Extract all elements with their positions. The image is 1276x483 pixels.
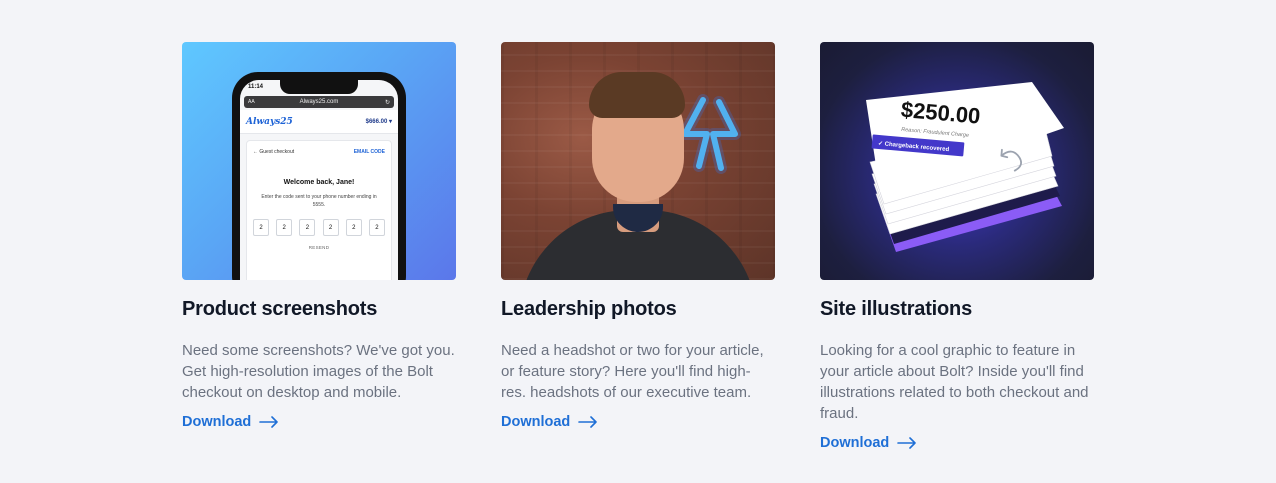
otp-digit: 2 [299, 219, 316, 236]
person-hair [589, 72, 685, 118]
email-code-link: EMAIL CODE [353, 149, 385, 155]
otp-digit: 2 [368, 219, 385, 236]
otp-code-inputs: 2 2 2 2 2 2 [253, 219, 385, 236]
reload-icon: ↻ [384, 99, 390, 106]
card-description: Need some screenshots? We've got you. Ge… [182, 342, 455, 401]
download-label: Download [182, 414, 252, 430]
card-description: Need a headshot or two for your article,… [501, 342, 764, 401]
card-leadership-photos: Leadership photos Need a headshot or two… [501, 42, 775, 452]
chargeback-card-stack: $250.00 Reason: Fraudulent Charge ✓ Char… [866, 82, 1064, 252]
merchant-header: Always25 $666.00 ▾ [240, 110, 398, 134]
site-illustration-image: $250.00 Reason: Fraudulent Charge ✓ Char… [820, 42, 1094, 280]
card-title: Product screenshots [182, 298, 378, 320]
reader-aa: AA [248, 99, 255, 105]
product-screenshot-image: 11:14 AA Always25.com ↻ Always25 $666.00… [182, 42, 456, 280]
cart-total: $666.00 ▾ [365, 119, 392, 125]
press-assets-grid: 11:14 AA Always25.com ↻ Always25 $666.00… [182, 42, 1094, 452]
download-link[interactable]: Download [820, 435, 917, 451]
card-title: Site illustrations [820, 298, 972, 320]
otp-instructions: Enter the code sent to your phone number… [261, 194, 377, 208]
card-title: Leadership photos [501, 298, 677, 320]
otp-digit: 2 [345, 219, 362, 236]
download-link[interactable]: Download [501, 414, 598, 430]
download-link[interactable]: Download [182, 414, 279, 430]
download-label: Download [820, 435, 890, 451]
download-label: Download [501, 414, 571, 430]
browser-url-bar: AA Always25.com ↻ [244, 96, 394, 108]
phone-notch [280, 80, 358, 94]
resend-link: RESEND [308, 245, 330, 250]
card-description: Looking for a cool graphic to feature in… [820, 342, 1089, 422]
checkout-panel-header: ← Guest checkout EMAIL CODE [253, 149, 385, 155]
merchant-logo: Always25 [246, 116, 293, 127]
status-time: 11:14 [248, 84, 264, 90]
card-site-illustrations: $250.00 Reason: Fraudulent Charge ✓ Char… [820, 42, 1094, 452]
phone-screen: 11:14 AA Always25.com ↻ Always25 $666.00… [240, 80, 398, 280]
phone-mockup: 11:14 AA Always25.com ↻ Always25 $666.00… [232, 72, 406, 280]
arrow-right-icon [578, 416, 598, 428]
url-text: Always25.com [299, 99, 339, 105]
guest-checkout-link: ← Guest checkout [253, 149, 295, 155]
otp-digit: 2 [253, 219, 269, 236]
otp-digit: 2 [322, 219, 339, 236]
leadership-photo-image [501, 42, 775, 280]
arrow-right-icon [897, 437, 917, 449]
card-product-screenshots: 11:14 AA Always25.com ↻ Always25 $666.00… [182, 42, 456, 452]
checkout-panel: ← Guest checkout EMAIL CODE Welcome back… [246, 140, 392, 280]
welcome-heading: Welcome back, Jane! [283, 179, 355, 186]
otp-digit: 2 [276, 219, 293, 236]
arrow-right-icon [259, 416, 279, 428]
